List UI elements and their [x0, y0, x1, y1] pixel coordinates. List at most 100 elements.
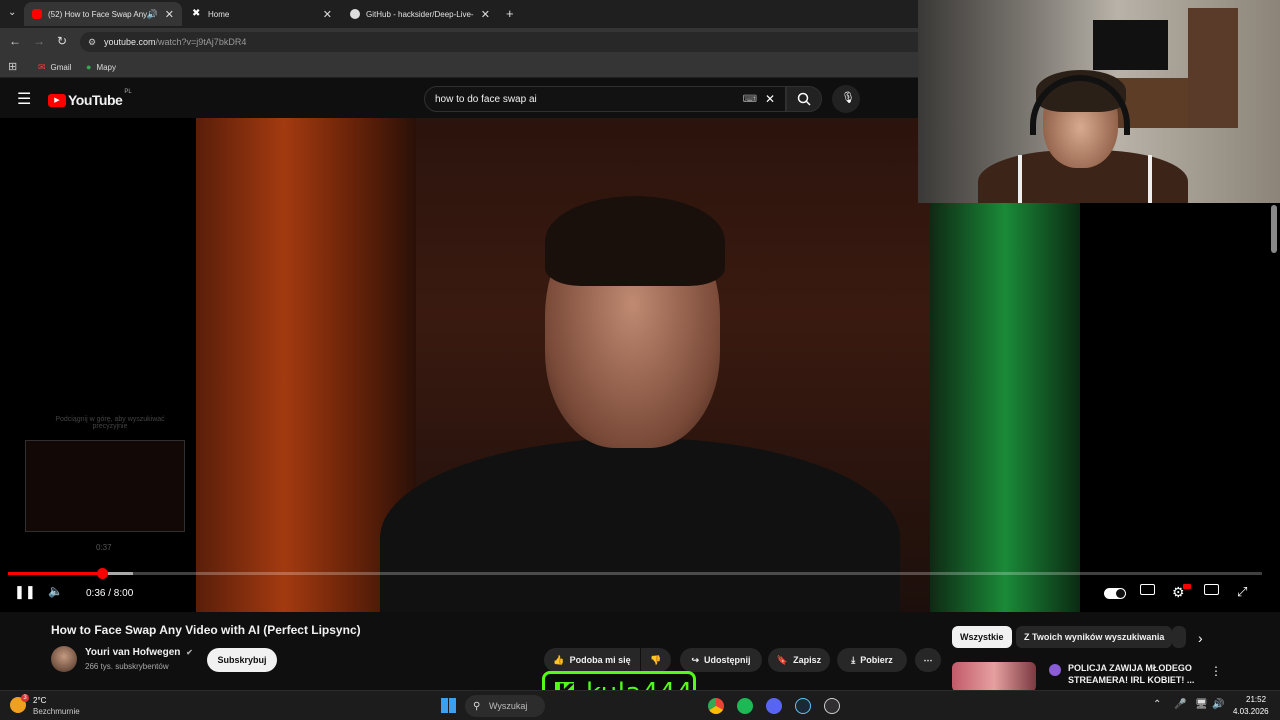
tray-chevron-icon[interactable]: ⌃ — [1153, 699, 1161, 710]
tab-close-icon[interactable]: ✕ — [481, 8, 490, 21]
clear-search-icon[interactable]: ✕ — [765, 92, 775, 106]
chip-next-partial[interactable] — [1172, 626, 1186, 648]
webcam-monitor — [1093, 20, 1168, 70]
time-current-total: 0:36 / 8:00 — [86, 588, 134, 599]
fullscreen-button[interactable]: ⤢ — [1237, 584, 1247, 600]
url-path: /watch?v=j9tAj7bkDR4 — [155, 37, 247, 47]
seek-preview-time: 0:37 — [96, 543, 112, 552]
search-icon — [797, 92, 811, 106]
gmail-icon: ✉ — [38, 62, 46, 72]
dislike-button[interactable]: 👎 — [641, 648, 671, 672]
search-input[interactable]: how to do face swap ai ⌨ ✕ — [424, 86, 786, 112]
chip-from-search[interactable]: Z Twoich wyników wyszukiwania — [1016, 626, 1173, 648]
github-favicon-icon — [350, 9, 360, 19]
keyboard-icon[interactable]: ⌨ — [743, 94, 757, 105]
recommendation-thumbnail[interactable] — [952, 662, 1036, 692]
tab-close-icon[interactable]: ✕ — [323, 8, 332, 21]
chevron-right-icon[interactable]: › — [1198, 630, 1203, 646]
forward-icon[interactable]: → — [33, 34, 45, 48]
tab-search-chevron-icon[interactable]: ⌄ — [8, 7, 16, 18]
settings-button[interactable]: ⚙ — [1172, 584, 1191, 601]
bookmark-label: Mapy — [96, 62, 116, 72]
channel-name-text: Youri van Hofwegen — [85, 647, 181, 658]
video-frame-person-hair — [545, 196, 725, 286]
channel-name[interactable]: Youri van Hofwegen ✔ — [85, 647, 193, 658]
bookmark-label: Gmail — [50, 63, 72, 72]
volume-button[interactable]: 🔈 — [48, 584, 63, 598]
search-button[interactable] — [786, 86, 822, 112]
country-code: PL — [124, 89, 132, 95]
share-icon: ↪ — [691, 654, 700, 665]
discord-icon[interactable] — [766, 698, 782, 714]
miniplayer-button[interactable] — [1204, 584, 1219, 595]
tray-volume-icon[interactable]: 🔊 — [1212, 699, 1224, 710]
tab-home[interactable]: ✖ Home ✕ — [184, 2, 340, 26]
download-label: Pobierz — [860, 655, 893, 665]
hamburger-menu-icon[interactable]: ☰ — [17, 89, 31, 109]
subtitles-button[interactable] — [1140, 584, 1155, 595]
search-query: how to do face swap ai — [435, 93, 537, 105]
channel-avatar[interactable] — [51, 646, 77, 672]
weather-badge: 3 — [21, 694, 29, 702]
tab-label: (52) How to Face Swap Any — [48, 9, 148, 19]
page-scrollbar[interactable] — [1271, 205, 1277, 253]
taskbar-search-label: Wyszukaj — [489, 701, 528, 711]
clock-date[interactable]: 4.03.2026 — [1233, 707, 1269, 716]
obs-icon[interactable] — [824, 698, 840, 714]
seek-preview-thumbnail — [25, 440, 185, 532]
tab-close-icon[interactable]: ✕ — [165, 8, 174, 21]
site-info-icon[interactable]: ⚙ — [88, 37, 96, 48]
like-label: Podoba mi się — [569, 655, 631, 665]
chrome-icon[interactable] — [708, 698, 724, 714]
voice-search-button[interactable]: 🎙 — [832, 85, 860, 113]
new-tab-icon[interactable]: + — [506, 6, 514, 21]
save-label: Zapisz — [793, 655, 822, 665]
pause-button[interactable]: ❚❚ — [14, 584, 36, 600]
reload-icon[interactable]: ↻ — [57, 34, 67, 48]
channel-badge-icon — [1049, 664, 1061, 676]
back-icon[interactable]: ← — [9, 34, 21, 48]
apps-grid-icon[interactable]: ⊞ — [8, 60, 17, 73]
url-field[interactable]: ⚙ youtube.com/watch?v=j9tAj7bkDR4 — [80, 32, 940, 52]
tab-github[interactable]: GitHub - hacksider/Deep-Live- ✕ — [342, 2, 498, 26]
share-button[interactable]: ↪ Udostępnij — [680, 648, 762, 672]
more-vertical-icon[interactable]: ⋮ — [1210, 664, 1222, 678]
windows-start-icon[interactable] — [441, 698, 456, 713]
chip-all[interactable]: Wszystkie — [952, 626, 1012, 648]
webcam-jacket-stripe — [1148, 155, 1152, 203]
logo-text: YouTube — [68, 92, 123, 108]
volume-icon: 🔈 — [48, 584, 63, 598]
spotify-icon[interactable] — [737, 698, 753, 714]
thumbs-up-icon: 👍 — [553, 654, 565, 665]
progress-bar[interactable] — [8, 568, 1262, 579]
download-button[interactable]: ⤓ Pobierz — [837, 648, 907, 672]
like-button[interactable]: 👍 Podoba mi się — [544, 648, 640, 672]
youtube-favicon-icon — [32, 9, 42, 19]
more-actions-button[interactable]: ⋯ — [915, 648, 941, 672]
tray-network-icon[interactable]: 🖥 — [1195, 699, 1208, 710]
autoplay-toggle[interactable] — [1104, 588, 1126, 599]
search-icon: ⚲ — [473, 700, 481, 712]
progress-scrubber[interactable] — [97, 568, 109, 579]
bookmark-gmail[interactable]: ✉ Gmail — [38, 62, 71, 73]
subscribe-button[interactable]: Subskrybuj — [207, 648, 277, 672]
clock-time[interactable]: 21:52 — [1246, 695, 1266, 704]
steam-icon[interactable] — [795, 698, 811, 714]
windows-taskbar: 3 2°C Bezchmurnie ⚲ Wyszukaj ⌃ 🎤 🖥 🔊 21:… — [0, 690, 1280, 720]
tab-youtube[interactable]: (52) How to Face Swap Any 🔊 ✕ — [24, 2, 182, 26]
bookmark-icon: 🔖 — [776, 654, 789, 665]
pause-icon: ❚❚ — [14, 584, 36, 599]
microphone-icon: 🎙 — [841, 92, 855, 104]
thumbs-down-icon: 👎 — [650, 654, 662, 665]
speaker-icon[interactable]: 🔊 — [147, 9, 158, 20]
bookmark-maps[interactable]: ● Mapy — [86, 62, 116, 72]
tray-mic-icon[interactable]: 🎤 — [1174, 699, 1186, 710]
youtube-play-icon: ▶ — [48, 93, 66, 107]
hd-badge-icon — [1183, 584, 1191, 589]
save-button[interactable]: 🔖 Zapisz — [768, 648, 830, 672]
taskbar-search[interactable]: ⚲ Wyszukaj — [465, 695, 545, 717]
seek-hint: Podciągnij w górę, aby wyszukiwać precyz… — [55, 416, 165, 430]
miniplayer-icon — [1204, 584, 1219, 595]
recommendation-title[interactable]: POLICJA ZAWIJA MŁODEGO STREAMERA! IRL KO… — [1068, 662, 1198, 686]
youtube-logo[interactable]: ▶ YouTube PL — [48, 89, 132, 108]
